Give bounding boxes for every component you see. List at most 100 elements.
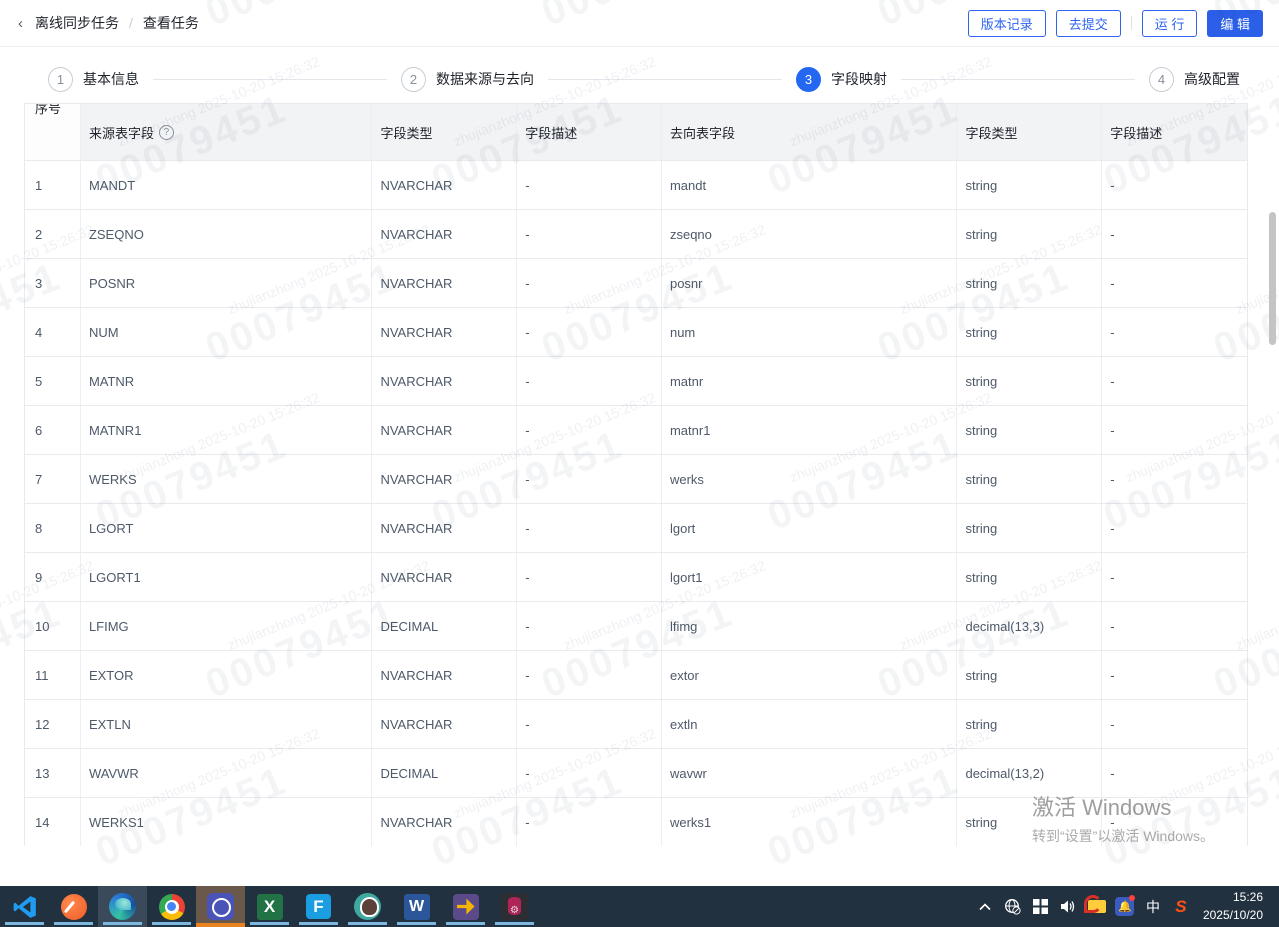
running-indicator (397, 922, 436, 925)
step-field-mapping[interactable]: 3 字段映射 (796, 66, 887, 92)
table-cell: NUM (81, 308, 373, 356)
taskbar-app-icons: X F W ⚙ (0, 886, 539, 927)
vertical-scrollbar-thumb[interactable] (1269, 212, 1276, 345)
table-cell: - (1110, 618, 1115, 634)
submit-button[interactable]: 去提交 (1055, 9, 1121, 37)
table-cell: LGORT (81, 504, 373, 552)
dbeaver-glyph (354, 893, 381, 920)
task-view-icon[interactable] (1029, 886, 1053, 927)
table-cell: wavwr (662, 749, 958, 797)
table-cell: string (957, 357, 1103, 405)
table-cell: - (517, 749, 662, 797)
windows-taskbar: X F W ⚙ 🔔 中 S 15:26 2025/10/20 (0, 886, 1279, 927)
database-tool-icon[interactable]: ⚙ (490, 886, 539, 927)
table-cell: NVARCHAR (372, 406, 518, 454)
taskbar-clock[interactable]: 15:26 2025/10/20 (1203, 889, 1269, 924)
table-cell: string (957, 455, 1103, 503)
table-cell: NVARCHAR (372, 161, 518, 209)
table-row: 3 POSNR NVARCHAR - posnr string - (25, 259, 1247, 308)
header-cell-source-desc: 字段描述 (517, 104, 662, 160)
table-row: 7 WERKS NVARCHAR - werks string - (25, 455, 1247, 504)
mail-icon[interactable] (1083, 886, 1109, 927)
running-indicator (5, 922, 44, 925)
question-circle-icon[interactable]: ? (158, 124, 174, 140)
breadcrumb-parent[interactable]: 离线同步任务 (35, 13, 119, 33)
step-source-target[interactable]: 2 数据来源与去向 (401, 66, 534, 92)
edit-button[interactable]: 编 辑 (1207, 9, 1263, 37)
chevron-up-icon[interactable] (973, 886, 997, 927)
table-cell: 11 (25, 651, 81, 699)
table-cell: - (517, 700, 662, 748)
dbeaver-icon[interactable] (343, 886, 392, 927)
table-cell: ZSEQNO (81, 210, 373, 258)
table-cell: MATNR1 (81, 406, 373, 454)
network-globe-offline-icon[interactable] (1001, 886, 1025, 927)
clock-date: 2025/10/20 (1202, 907, 1263, 922)
ime-chinese-icon[interactable]: 中 (1141, 886, 1165, 927)
table-cell: 5 (25, 357, 81, 405)
table-cell: zseqno (662, 210, 958, 258)
table-cell: werks1 (662, 798, 958, 846)
table-cell: - (517, 210, 662, 258)
back-icon[interactable]: ‹ (16, 13, 25, 34)
table-cell: EXTLN (81, 700, 373, 748)
paint-orange-icon[interactable] (49, 886, 98, 927)
mail-glyph (1083, 895, 1106, 913)
table-cell: MATNR (81, 357, 373, 405)
table-cell: - (517, 602, 662, 650)
table-cell: 6 (25, 406, 81, 454)
step-3-circle: 3 (796, 66, 821, 92)
messenger-icon[interactable] (196, 886, 245, 927)
table-cell: string (957, 553, 1103, 601)
messenger-glyph (207, 893, 234, 920)
table-row: 5 MATNR NVARCHAR - matnr string - (25, 357, 1247, 406)
table-cell: - (517, 504, 662, 552)
table-cell: 3 (25, 259, 81, 307)
clock-time: 15:26 (1232, 890, 1263, 905)
files-blue-glyph: F (306, 894, 331, 919)
table-cell: NVARCHAR (372, 651, 518, 699)
run-button[interactable]: 运 行 (1141, 9, 1198, 37)
table-header-row: 序号 来源表字段 ? 字段类型 字段描述 去向表字段 字段类型 字段描述 (25, 104, 1247, 161)
vscode-icon[interactable] (0, 886, 49, 927)
step-connector (548, 78, 782, 80)
table-row: 12 EXTLN NVARCHAR - extln string - (25, 700, 1247, 749)
paint-orange-glyph (60, 893, 87, 920)
step-2-circle: 2 (401, 66, 426, 92)
running-indicator (103, 922, 142, 925)
table-cell: lgort (662, 504, 958, 552)
step-basic-info[interactable]: 1 基本信息 (48, 66, 139, 92)
version-history-button[interactable]: 版本记录 (967, 9, 1046, 37)
table-cell: - (517, 406, 662, 454)
volume-icon[interactable] (1057, 886, 1081, 927)
running-indicator (152, 922, 191, 925)
step-1-circle: 1 (48, 66, 73, 92)
excel-icon[interactable]: X (245, 886, 294, 927)
files-blue-icon[interactable]: F (294, 886, 343, 927)
table-cell: - (1110, 177, 1115, 193)
top-header-bar: ‹ 离线同步任务 / 查看任务 版本记录 去提交 运 行 编 辑 (0, 0, 1279, 47)
table-cell: DECIMAL (372, 749, 518, 797)
edge-icon[interactable] (98, 886, 147, 927)
table-cell: LGORT1 (81, 553, 373, 601)
table-cell: 8 (25, 504, 81, 552)
running-indicator (495, 922, 534, 925)
table-cell: string (957, 700, 1103, 748)
sogou-icon[interactable]: S (1169, 886, 1193, 927)
vscode-glyph (13, 895, 36, 918)
watermark-tile: zhujianzhong 2025-10-20 15:26:3200079451 (0, 53, 3, 203)
table-cell: NVARCHAR (372, 798, 518, 846)
editor-yellow-icon[interactable] (441, 886, 490, 927)
table-row: 2 ZSEQNO NVARCHAR - zseqno string - (25, 210, 1247, 259)
word-icon[interactable]: W (392, 886, 441, 927)
step-advanced-config[interactable]: 4 高级配置 (1149, 66, 1240, 92)
notification-badge-icon[interactable]: 🔔 (1113, 886, 1137, 927)
table-cell: - (517, 651, 662, 699)
table-cell: decimal(13,3) (957, 602, 1103, 650)
running-indicator (348, 922, 387, 925)
table-cell: NVARCHAR (372, 455, 518, 503)
table-cell: extln (662, 700, 958, 748)
chrome-icon[interactable] (147, 886, 196, 927)
header-cell-target-field: 去向表字段 (661, 104, 958, 160)
table-row: 10 LFIMG DECIMAL - lfimg decimal(13,3) - (25, 602, 1247, 651)
